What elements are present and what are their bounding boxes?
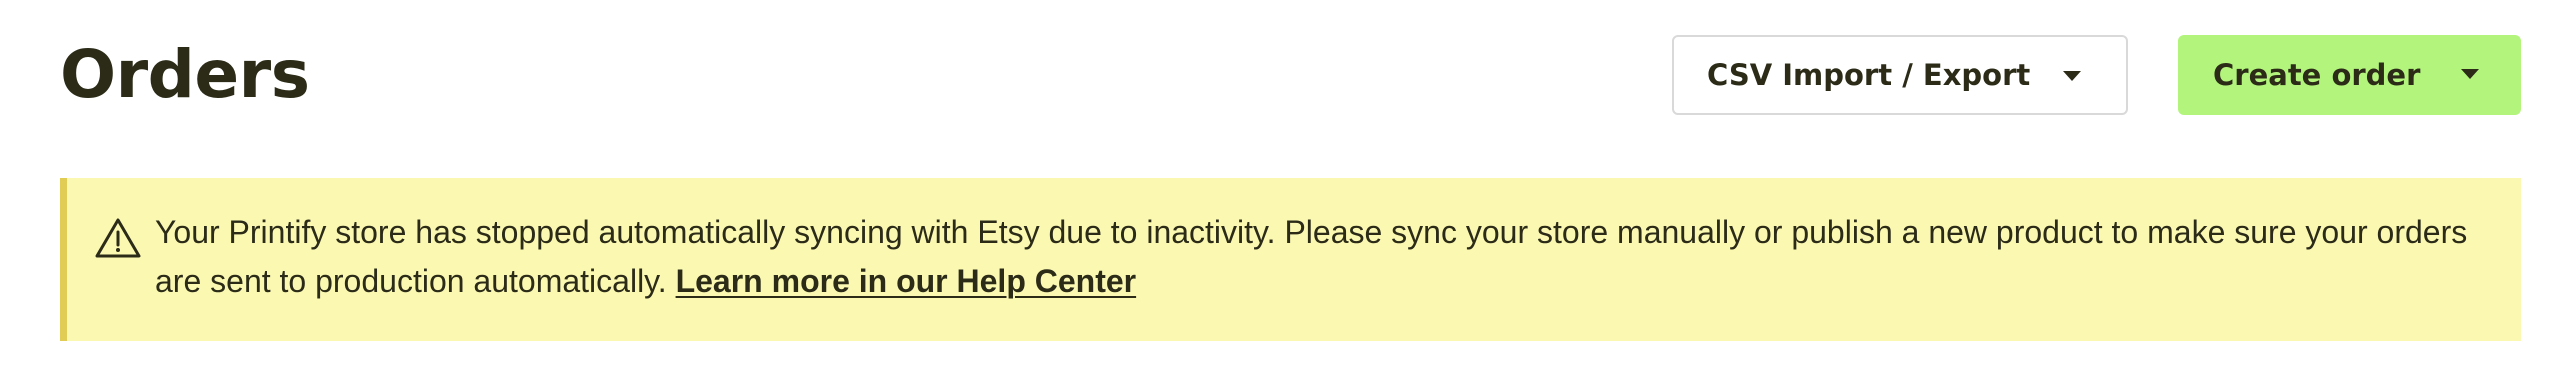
csv-import-export-label: CSV Import / Export	[1707, 58, 2031, 92]
csv-import-export-button[interactable]: CSV Import / Export	[1672, 35, 2128, 115]
sync-warning-banner: Your Printify store has stopped automati…	[60, 178, 2521, 341]
page-title: Orders	[60, 36, 310, 113]
help-center-link[interactable]: Learn more in our Help Center	[676, 263, 1137, 299]
create-order-button[interactable]: Create order	[2178, 35, 2521, 115]
alert-message-text: Your Printify store has stopped automati…	[155, 214, 2468, 299]
alert-message: Your Printify store has stopped automati…	[155, 208, 2495, 306]
chevron-down-icon	[2461, 69, 2479, 79]
chevron-down-icon	[2063, 71, 2081, 81]
create-order-label: Create order	[2213, 58, 2421, 92]
warning-triangle-icon	[95, 217, 141, 259]
